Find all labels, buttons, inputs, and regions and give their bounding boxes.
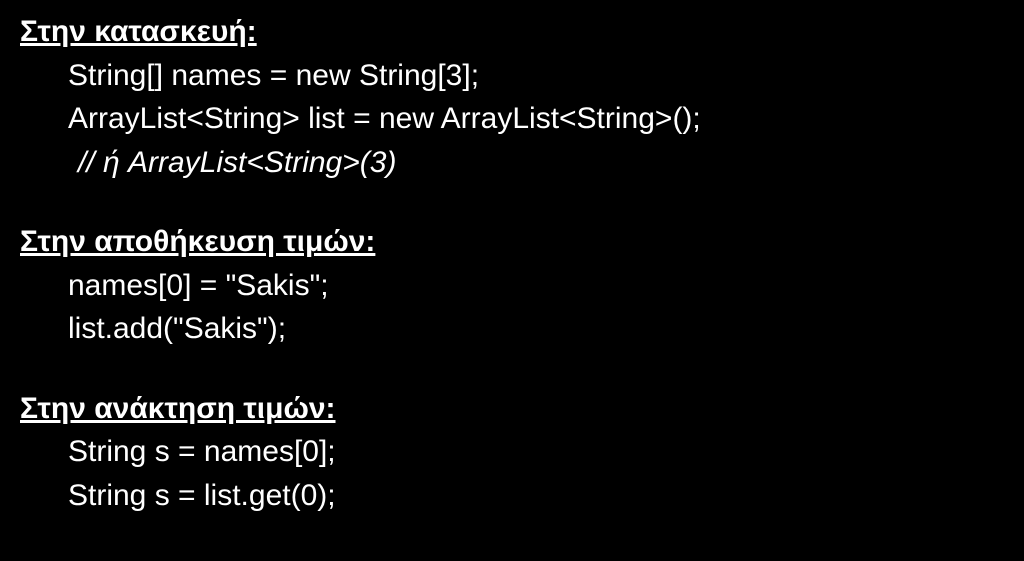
section-heading-storage: Στην αποθήκευση τιμών: [20,220,1004,264]
spacer [20,351,1004,387]
section-heading-construction: Στην κατασκευή: [20,10,1004,54]
code-comment: // ή ArrayList<String>(3) [20,141,1004,185]
code-line: ArrayList<String> list = new ArrayList<S… [20,97,1004,141]
code-line: list.add("Sakis"); [20,307,1004,351]
code-slide: Στην κατασκευή: String[] names = new Str… [20,10,1004,517]
code-line: names[0] = "Sakis"; [20,264,1004,308]
spacer [20,184,1004,220]
section-heading-retrieval: Στην ανάκτηση τιμών: [20,387,1004,431]
code-line: String s = list.get(0); [20,474,1004,518]
code-line: String s = names[0]; [20,430,1004,474]
code-line: String[] names = new String[3]; [20,54,1004,98]
